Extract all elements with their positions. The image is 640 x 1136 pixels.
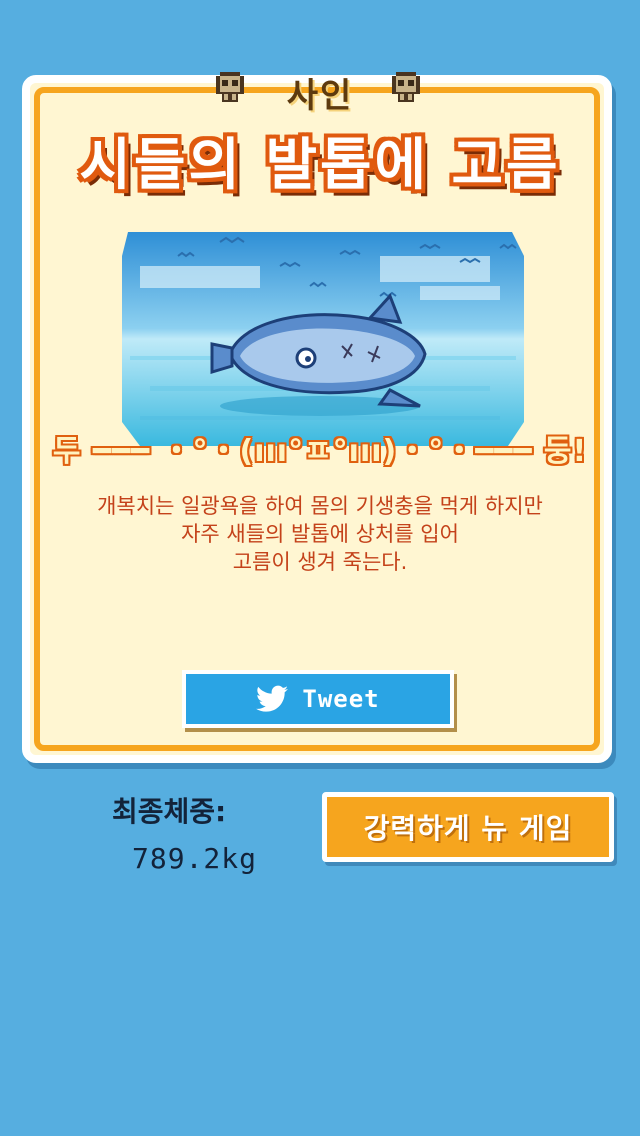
description-line: 고름이 생겨 죽는다.: [232, 550, 408, 574]
death-cause-title: 시들의 발톱에 고름: [79, 133, 561, 198]
new-game-button[interactable]: 강력하게 뉴 게임: [322, 792, 614, 862]
final-weight-value: 789.2kg: [132, 842, 258, 875]
twitter-bird-icon: [256, 685, 289, 712]
description-line: 개복치는 일광욕을 하여 몸의 기생충을 먹게 하지만: [97, 494, 543, 518]
tweet-button[interactable]: Tweet: [182, 670, 454, 728]
death-cry-text: 두 ━━━ ・°・(ııı°ㅍ°ııı)・°・━━━ 둥!: [52, 434, 588, 469]
sunfish-illustration: [122, 232, 524, 446]
death-description: 개복치는 일광욕을 하여 몸의 기생충을 먹게 하지만 자주 새들의 발톱에 상…: [40, 492, 600, 576]
tweet-button-label: Tweet: [302, 685, 380, 713]
final-weight-label: 최종체중:: [112, 795, 227, 828]
description-line: 자주 새들의 발톱에 상처를 입어: [181, 522, 459, 546]
new-game-button-label: 강력하게 뉴 게임: [363, 812, 573, 845]
death-cause-subtitle: 사인: [286, 76, 354, 116]
